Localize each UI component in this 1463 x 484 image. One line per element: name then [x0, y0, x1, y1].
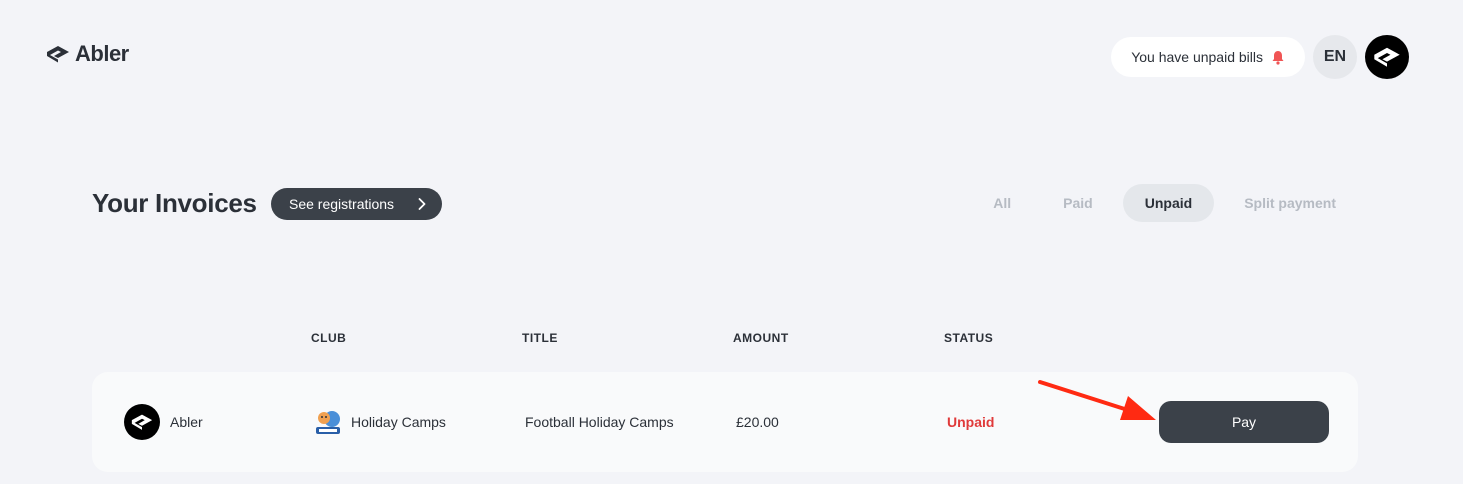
- org-avatar: [124, 404, 160, 440]
- language-button[interactable]: EN: [1313, 35, 1357, 79]
- page-title: Your Invoices: [92, 188, 257, 218]
- user-avatar[interactable]: [1365, 35, 1409, 79]
- status-badge: Unpaid: [947, 414, 995, 430]
- abler-logo-icon: [47, 46, 69, 63]
- annotation-arrow: [1038, 380, 1156, 420]
- logo-text: Abler: [75, 41, 129, 66]
- filter-tab-all[interactable]: All: [971, 184, 1033, 222]
- column-header-title: TITLE: [522, 331, 558, 345]
- invoice-filter-tabs: All Paid Unpaid Split payment: [971, 184, 1358, 222]
- see-registrations-label: See registrations: [289, 196, 395, 212]
- invoice-title: Football Holiday Camps: [525, 414, 674, 430]
- see-registrations-button[interactable]: See registrations: [271, 188, 442, 220]
- org-name: Abler: [170, 414, 203, 430]
- header-actions: You have unpaid bills EN: [1111, 35, 1409, 79]
- chevron-right-icon: [418, 198, 426, 210]
- filter-tab-unpaid[interactable]: Unpaid: [1122, 184, 1215, 222]
- table-row: Abler Holiday Camps Football Holiday Cam…: [92, 372, 1358, 472]
- column-header-amount: AMOUNT: [733, 331, 789, 345]
- club-cell: Holiday Camps: [313, 372, 446, 472]
- invoice-amount: £20.00: [736, 414, 779, 430]
- filter-tab-split-payment[interactable]: Split payment: [1222, 184, 1358, 222]
- bell-icon: [1272, 50, 1284, 65]
- column-header-club: CLUB: [311, 331, 347, 345]
- tigers-badge-icon: [316, 411, 340, 434]
- column-header-status: STATUS: [944, 331, 994, 345]
- filter-tab-paid[interactable]: Paid: [1041, 184, 1115, 222]
- unpaid-bills-label: You have unpaid bills: [1131, 49, 1263, 65]
- abler-logo[interactable]: Abler: [45, 41, 129, 67]
- pay-button[interactable]: Pay: [1159, 401, 1329, 443]
- club-name: Holiday Camps: [351, 414, 446, 430]
- abler-avatar-icon: [131, 414, 153, 430]
- unpaid-bills-notice[interactable]: You have unpaid bills: [1111, 37, 1305, 77]
- org-cell: Abler: [124, 372, 203, 472]
- abler-avatar-icon: [1374, 47, 1400, 67]
